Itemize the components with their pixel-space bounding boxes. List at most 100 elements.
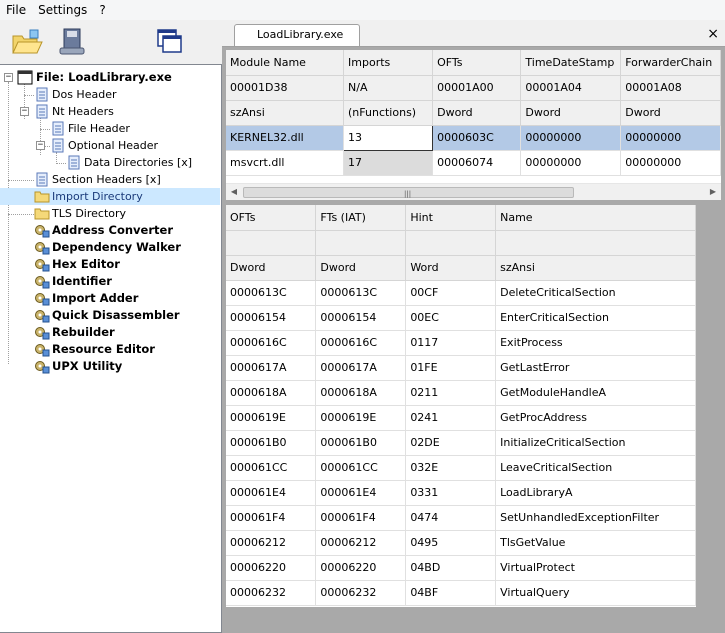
table-cell[interactable]: 00CF (405, 280, 497, 306)
table-cell[interactable]: 00006074 (432, 150, 522, 176)
table-cell[interactable]: 000061F4 (315, 505, 407, 531)
table-row[interactable]: 000061E4 000061E4 0331 LoadLibraryA (226, 480, 696, 506)
collapse-icon[interactable]: − (36, 141, 45, 150)
open-folder-icon[interactable] (10, 26, 44, 58)
tree-item-data-directories[interactable]: Data Directories [x] (0, 154, 220, 171)
table-row[interactable]: 0000618A 0000618A 0211 GetModuleHandleA (226, 380, 696, 406)
table-cell[interactable]: 17 (343, 150, 434, 176)
table-row[interactable]: 00006154 00006154 00EC EnterCriticalSection (226, 305, 696, 331)
table-cell[interactable]: DeleteCriticalSection (495, 280, 696, 306)
table-cell[interactable]: 01FE (405, 355, 497, 381)
table-cell[interactable]: 0211 (405, 380, 497, 406)
table-cell[interactable]: GetLastError (495, 355, 696, 381)
column-header[interactable]: Hint (405, 205, 497, 231)
table-cell[interactable]: 00000000 (620, 125, 721, 151)
column-header[interactable]: OFTs (432, 50, 522, 76)
table-cell[interactable]: 000061F4 (226, 505, 317, 531)
table-cell[interactable]: TlsGetValue (495, 530, 696, 556)
tree-item-address-converter[interactable]: Address Converter (0, 222, 220, 239)
table-cell[interactable]: 00000000 (520, 150, 622, 176)
table-cell[interactable]: EnterCriticalSection (495, 305, 696, 331)
table-cell[interactable]: 0000613C (315, 280, 407, 306)
table-cell[interactable]: 02DE (405, 430, 497, 456)
tree-item-quick-disassembler[interactable]: Quick Disassembler (0, 307, 220, 324)
tree-item-nt-headers[interactable]: − Nt Headers (0, 103, 220, 120)
table-row[interactable]: 0000616C 0000616C 0117 ExitProcess (226, 330, 696, 356)
column-header[interactable]: Name (495, 205, 696, 231)
tree-item-optional-header[interactable]: − Optional Header (0, 137, 220, 154)
table-cell[interactable]: 0000616C (226, 330, 317, 356)
column-header[interactable]: Module Name (226, 50, 345, 76)
column-header[interactable]: TimeDateStamp (520, 50, 622, 76)
table-row[interactable]: 0000613C 0000613C 00CF DeleteCriticalSectio… (226, 280, 696, 306)
menu-help[interactable]: ? (93, 0, 111, 20)
menu-settings[interactable]: Settings (32, 0, 93, 20)
tree-item-identifier[interactable]: Identifier (0, 273, 220, 290)
table-cell[interactable]: SetUnhandledExceptionFilter (495, 505, 696, 531)
table-cell[interactable]: 0000619E (226, 405, 317, 431)
table-cell[interactable]: msvcrt.dll (226, 150, 345, 176)
table-cell[interactable]: 04BF (405, 580, 497, 606)
table-cell[interactable]: 0000617A (315, 355, 407, 381)
table-cell[interactable]: 000061CC (315, 455, 407, 481)
tree-item-hex-editor[interactable]: Hex Editor (0, 256, 220, 273)
horizontal-scrollbar[interactable]: ◀ ||| ▶ (226, 183, 721, 200)
tree-item-file-header[interactable]: File Header (0, 120, 220, 137)
table-cell[interactable]: 0241 (405, 405, 497, 431)
table-cell[interactable]: 04BD (405, 555, 497, 581)
table-cell[interactable]: 00006220 (315, 555, 407, 581)
tree-item-import-adder[interactable]: Import Adder (0, 290, 220, 307)
tree-item-dependency-walker[interactable]: Dependency Walker (0, 239, 220, 256)
tree-item-root[interactable]: − File: LoadLibrary.exe (0, 69, 220, 86)
table-cell[interactable]: 00006220 (226, 555, 317, 581)
tree-item-import-directory[interactable]: Import Directory (0, 188, 220, 205)
table-row[interactable]: 000061F4 000061F4 0474 SetUnhandledExceptio… (226, 505, 696, 531)
tree-item-tls-directory[interactable]: TLS Directory (0, 205, 220, 222)
table-cell[interactable]: 000061E4 (315, 480, 407, 506)
table-cell[interactable]: 000061CC (226, 455, 317, 481)
table-cell[interactable]: 00EC (405, 305, 497, 331)
table-cell[interactable]: 00006212 (226, 530, 317, 556)
tab-loadlibrary[interactable]: LoadLibrary.exe (234, 24, 360, 46)
table-cell[interactable]: 0000616C (315, 330, 407, 356)
collapse-icon[interactable]: − (20, 107, 29, 116)
table-cell[interactable]: 000061E4 (226, 480, 317, 506)
table-cell[interactable]: 0000617A (226, 355, 317, 381)
table-cell[interactable]: 0474 (405, 505, 497, 531)
table-cell[interactable]: 00006154 (315, 305, 407, 331)
table-cell[interactable]: 0331 (405, 480, 497, 506)
tree-item-dos-header[interactable]: Dos Header (0, 86, 220, 103)
scroll-right-icon[interactable]: ▶ (705, 187, 721, 196)
table-cell[interactable]: GetProcAddress (495, 405, 696, 431)
table-cell[interactable]: ExitProcess (495, 330, 696, 356)
table-cell[interactable]: 0000618A (315, 380, 407, 406)
table-cell[interactable]: 0000619E (315, 405, 407, 431)
table-cell[interactable]: 00000000 (620, 150, 721, 176)
menu-file[interactable]: File (0, 0, 32, 20)
table-row[interactable]: 00006212 00006212 0495 TlsGetValue (226, 530, 696, 556)
table-cell[interactable]: LoadLibraryA (495, 480, 696, 506)
table-cell[interactable]: 0000613C (226, 280, 317, 306)
table-row[interactable]: 000061B0 000061B0 02DE InitializeCriticalSe… (226, 430, 696, 456)
table-cell[interactable]: GetModuleHandleA (495, 380, 696, 406)
table-cell[interactable]: 0000603C (432, 125, 522, 151)
table-row[interactable]: 0000619E 0000619E 0241 GetProcAddress (226, 405, 696, 431)
table-cell[interactable]: 00006232 (315, 580, 407, 606)
tree-item-upx-utility[interactable]: UPX Utility (0, 358, 220, 375)
tree-item-section-headers[interactable]: Section Headers [x] (0, 171, 220, 188)
table-cell[interactable]: InitializeCriticalSection (495, 430, 696, 456)
table-row[interactable]: 0000617A 0000617A 01FE GetLastError (226, 355, 696, 381)
column-header[interactable]: ForwarderChain (620, 50, 721, 76)
table-cell[interactable]: 0117 (405, 330, 497, 356)
close-icon[interactable]: × (707, 26, 719, 42)
collapse-icon[interactable]: − (4, 73, 13, 82)
table-cell[interactable]: LeaveCriticalSection (495, 455, 696, 481)
save-disk-icon[interactable] (56, 26, 90, 58)
table-cell[interactable]: 00006154 (226, 305, 317, 331)
table-cell[interactable]: 000061B0 (226, 430, 317, 456)
tree-item-resource-editor[interactable]: Resource Editor (0, 341, 220, 358)
table-cell[interactable]: 000061B0 (315, 430, 407, 456)
table-cell[interactable]: VirtualQuery (495, 580, 696, 606)
table-cell[interactable]: 032E (405, 455, 497, 481)
table-cell[interactable]: VirtualProtect (495, 555, 696, 581)
